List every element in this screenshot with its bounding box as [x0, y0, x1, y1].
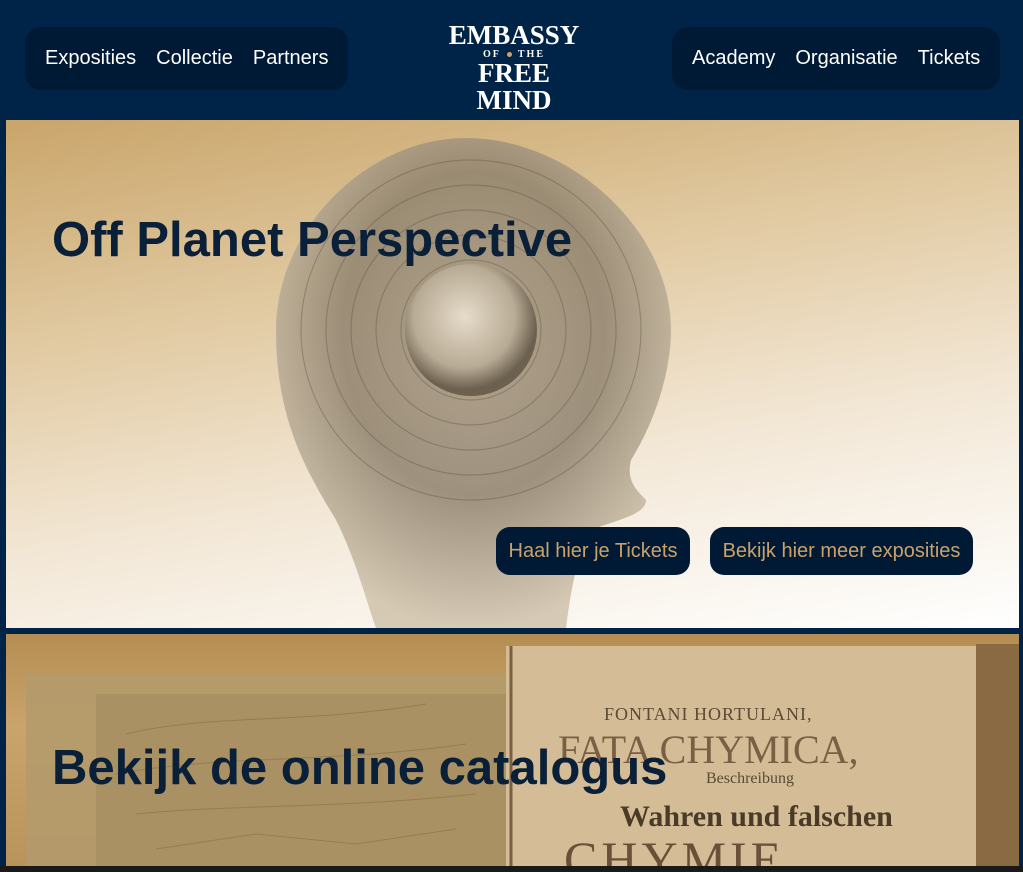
bottom-edge	[0, 866, 1023, 872]
nav-link-academy[interactable]: Academy	[692, 47, 775, 70]
site-header: Exposities Collectie Partners EMBASSY OF…	[0, 0, 1023, 120]
book-text-line3: Beschreibung	[706, 770, 794, 787]
book-text-line1: FONTANI HORTULANI,	[604, 704, 813, 724]
catalog-banner[interactable]: FONTANI HORTULANI, FATA CHYMICA, Beschre…	[6, 634, 1019, 866]
logo-dot-icon	[506, 52, 512, 57]
catalog-title: Bekijk de online catalogus	[52, 741, 668, 795]
book-text-line4: Wahren und falschen	[620, 800, 893, 833]
primary-nav-right: Academy Organisatie Tickets	[672, 27, 1000, 90]
nav-link-tickets[interactable]: Tickets	[918, 47, 981, 70]
more-exhibitions-button[interactable]: Bekijk hier meer exposities	[710, 527, 973, 575]
site-logo[interactable]: EMBASSY OF THE FREE MIND	[438, 20, 590, 114]
get-tickets-button[interactable]: Haal hier je Tickets	[496, 527, 690, 575]
book-text-line5: CHYMIE	[564, 831, 786, 866]
nav-link-organisatie[interactable]: Organisatie	[795, 47, 897, 70]
hero-banner: Off Planet Perspective Haal hier je Tick…	[6, 120, 1019, 628]
logo-word-free-mind: FREE MIND	[476, 58, 552, 115]
primary-nav-left: Exposities Collectie Partners	[25, 27, 348, 90]
logo-word-embassy: EMBASSY	[448, 20, 580, 50]
nav-link-partners[interactable]: Partners	[253, 47, 329, 70]
nav-link-collectie[interactable]: Collectie	[156, 47, 233, 70]
hero-title: Off Planet Perspective	[52, 213, 573, 267]
nav-link-exposities[interactable]: Exposities	[45, 47, 136, 70]
